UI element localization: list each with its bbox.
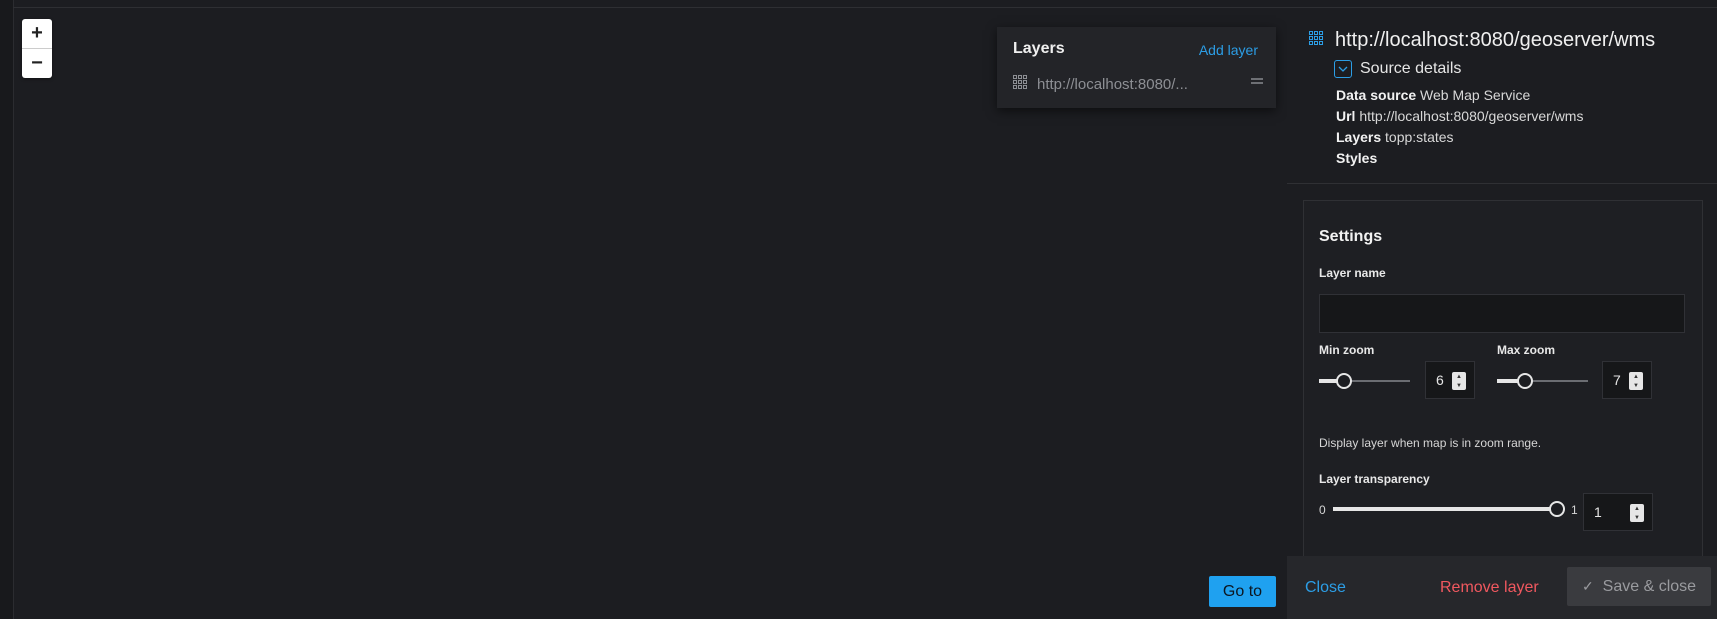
chevron-down-icon	[1334, 60, 1352, 78]
left-edge-strip	[0, 0, 14, 619]
spinner-icon[interactable]: ▲ ▼	[1629, 372, 1643, 390]
layer-settings-panel: http://localhost:8080/geoserver/wms Sour…	[1287, 8, 1717, 619]
layers-panel: Layers Add layer http://localhost:8080/.…	[997, 27, 1276, 108]
source-title: http://localhost:8080/geoserver/wms	[1335, 29, 1656, 51]
zoom-control: + −	[22, 19, 52, 78]
detail-layers: Layers topp:states	[1336, 129, 1454, 145]
spinner-icon[interactable]: ▲ ▼	[1630, 504, 1644, 522]
min-zoom-slider[interactable]	[1319, 373, 1410, 389]
settings-section: Settings Layer name Min zoom 6 ▲ ▼ Max zo…	[1303, 200, 1703, 558]
check-icon: ✓	[1581, 578, 1594, 594]
save-close-button[interactable]: ✓ Save & close	[1567, 567, 1711, 606]
min-zoom-input[interactable]: 6 ▲ ▼	[1425, 361, 1475, 399]
detail-styles: Styles	[1336, 150, 1378, 166]
zoom-out-button[interactable]: −	[22, 48, 52, 78]
layer-list-item[interactable]: http://localhost:8080/...	[1013, 72, 1263, 96]
layer-name: http://localhost:8080/...	[1037, 75, 1188, 93]
settings-title: Settings	[1319, 228, 1383, 245]
transparency-slider[interactable]	[1333, 473, 1565, 489]
transparency-min-label: 0	[1319, 503, 1326, 517]
save-close-label: Save & close	[1602, 577, 1697, 595]
grid-icon	[1013, 74, 1027, 94]
zoom-in-button[interactable]: +	[22, 19, 52, 48]
source-details-toggle[interactable]: Source details	[1334, 60, 1461, 78]
source-details-list: Data source Web Map Service Url http://l…	[1336, 85, 1583, 169]
layers-title: Layers	[1013, 40, 1065, 57]
detail-data-source: Data source Web Map Service	[1336, 87, 1531, 103]
max-zoom-slider[interactable]	[1497, 373, 1588, 389]
max-zoom-input[interactable]: 7 ▲ ▼	[1602, 361, 1652, 399]
transparency-thumb[interactable]	[1549, 501, 1565, 517]
detail-url: Url http://localhost:8080/geoserver/wms	[1336, 108, 1584, 124]
transparency-max-label: 1	[1571, 503, 1578, 517]
close-button[interactable]: Close	[1305, 579, 1346, 597]
min-zoom-thumb[interactable]	[1336, 373, 1352, 389]
source-details-label: Source details	[1360, 60, 1462, 77]
go-to-button[interactable]: Go to	[1209, 576, 1276, 607]
section-divider	[1287, 183, 1717, 184]
add-layer-link[interactable]: Add layer	[1199, 42, 1258, 58]
spinner-icon[interactable]: ▲ ▼	[1452, 372, 1466, 390]
max-zoom-thumb[interactable]	[1517, 373, 1533, 389]
transparency-input[interactable]: 1 ▲ ▼	[1583, 493, 1653, 531]
max-zoom-label: Max zoom	[1497, 343, 1556, 357]
remove-layer-button[interactable]: Remove layer	[1440, 579, 1539, 597]
layer-name-label: Layer name	[1319, 266, 1386, 280]
transparency-slider-track[interactable]	[1333, 501, 1565, 517]
transparency-fill	[1333, 507, 1557, 511]
source-header: http://localhost:8080/geoserver/wms	[1309, 29, 1655, 52]
drag-handle-icon[interactable]	[1251, 78, 1263, 84]
layer-name-input[interactable]	[1319, 294, 1685, 333]
zoom-range-hint: Display layer when map is in zoom range.	[1319, 436, 1542, 450]
grid-icon	[1309, 31, 1323, 50]
panel-footer: Close Remove layer ✓ Save & close	[1287, 556, 1717, 619]
min-zoom-label: Min zoom	[1319, 343, 1375, 357]
